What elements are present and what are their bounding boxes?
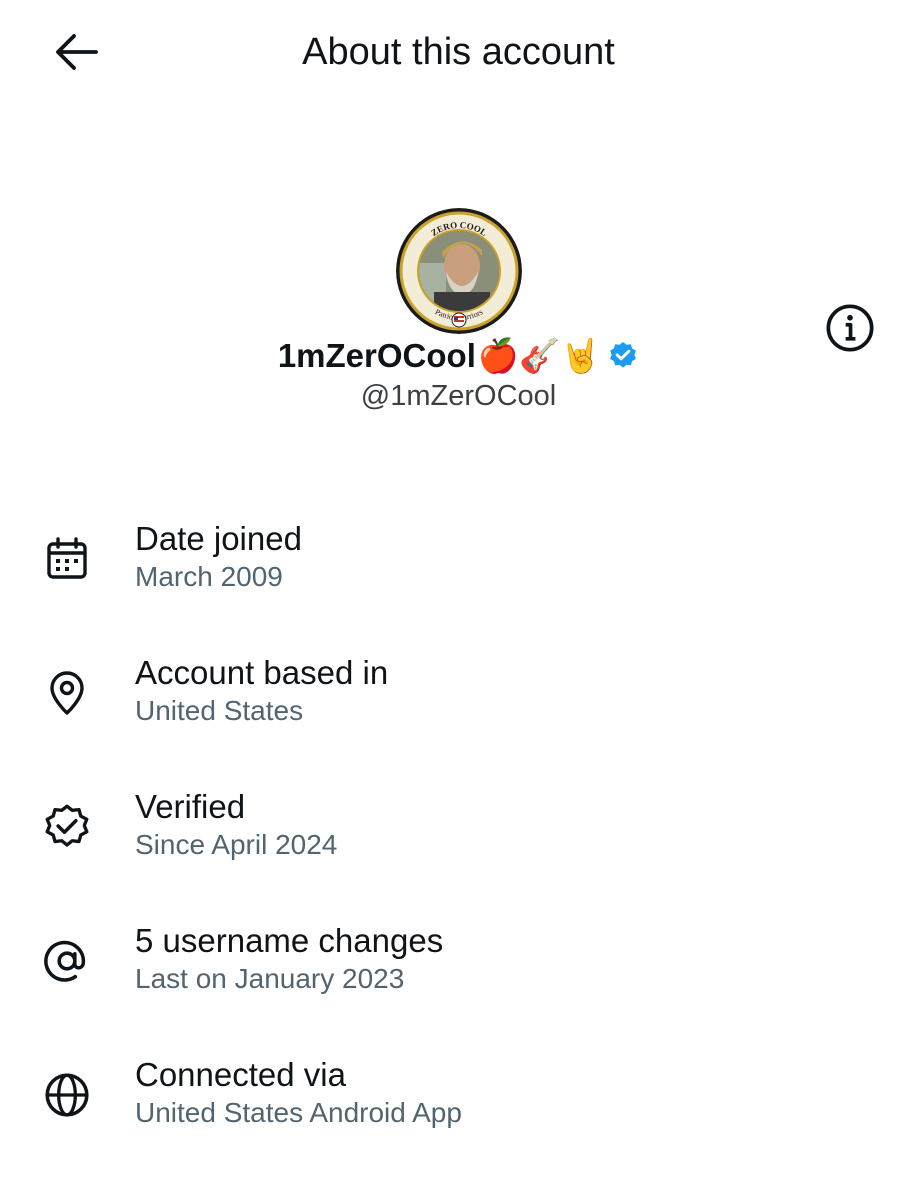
globe-icon: [38, 1066, 96, 1124]
info-item-connected-via: Connected via United States Android App: [0, 1036, 917, 1146]
display-name-row: 1mZerOCool 🍎🎸🤘: [0, 334, 917, 378]
location-pin-icon: [38, 664, 96, 722]
info-item-date-joined: Date joined March 2009: [0, 500, 917, 610]
info-title: Date joined: [135, 520, 302, 557]
info-item-account-based-in: Account based in United States: [0, 634, 917, 744]
info-subtitle: March 2009: [135, 561, 283, 592]
page-title: About this account: [302, 31, 615, 73]
info-subtitle: Since April 2024: [135, 829, 338, 860]
display-name: 1mZerOCool: [277, 337, 476, 374]
info-title: Connected via: [135, 1056, 346, 1093]
info-title: 5 username changes: [135, 922, 444, 959]
info-subtitle: United States: [135, 695, 304, 726]
user-handle: @1mZerOCool: [360, 380, 557, 412]
verified-badge-icon: [38, 798, 96, 856]
info-title: Verified: [135, 788, 246, 825]
verified-info-button[interactable]: [818, 296, 882, 360]
info-item-username-changes: 5 username changes Last on January 2023: [0, 902, 917, 1012]
at-sign-icon: [38, 932, 96, 990]
info-subtitle: Last on January 2023: [135, 963, 405, 994]
avatar[interactable]: ZERO COOL Patriot Warriors: [396, 208, 522, 334]
info-item-verified: Verified Since April 2024: [0, 768, 917, 878]
verified-check-icon[interactable]: [607, 340, 639, 372]
app-header: About this account: [0, 0, 917, 104]
info-title: Account based in: [135, 654, 389, 691]
calendar-icon: [38, 530, 96, 588]
info-subtitle: United States Android App: [135, 1097, 462, 1128]
name-emojis: 🍎🎸🤘: [477, 336, 602, 375]
info-icon: [826, 304, 874, 352]
